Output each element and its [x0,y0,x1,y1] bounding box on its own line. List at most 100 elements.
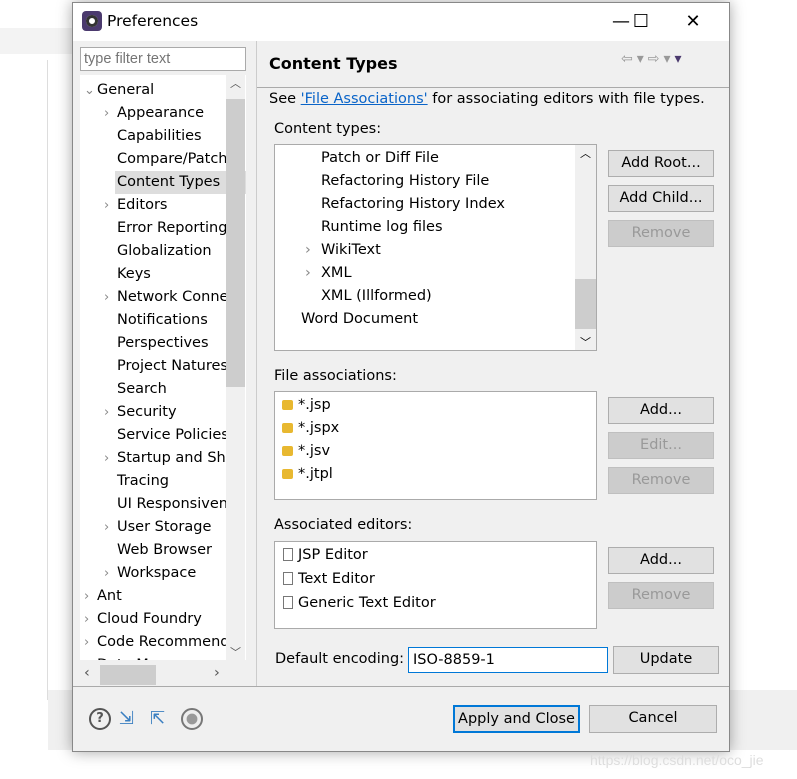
tree-item[interactable]: Compare/Patch [80,148,228,171]
content-type-item[interactable]: XML (Illformed) [321,285,432,308]
chevron-right-icon[interactable]: › [104,401,116,424]
tree-item[interactable]: › Appearance [80,102,228,125]
content-type-item[interactable]: Refactoring History File [321,170,489,193]
tree-item[interactable]: › Security [80,401,228,424]
chevron-down-icon[interactable]: ⌄ [84,79,96,102]
tree-item[interactable]: Project Natures [80,355,228,378]
tree-item[interactable]: ›Startup and Shutdown [80,447,228,470]
help-icon[interactable]: ? [89,708,111,730]
tree-item-label: User Storage [117,519,212,535]
tree-scroll-thumb[interactable] [226,99,245,387]
file-association-item[interactable]: *.jtpl [282,463,333,486]
tree-item[interactable]: Web Browser [80,539,228,562]
chevron-right-icon[interactable]: › [84,631,96,654]
add-editor-button[interactable]: Add... [608,547,714,574]
export-icon[interactable]: ⇱ [150,708,172,730]
tree-item-label: Globalization [117,243,212,259]
content-types-scrollbar[interactable]: ︿ ﹀ [575,145,596,350]
tree-item[interactable]: Capabilities [80,125,228,148]
tree-item[interactable]: › Cloud Foundry [80,608,228,631]
content-types-tree[interactable]: Patch or Diff File Refactoring History Fi… [274,144,597,351]
scroll-up-icon[interactable]: ︿ [575,145,596,161]
file-association-item[interactable]: *.jspx [282,417,339,440]
chevron-right-icon[interactable]: › [84,654,96,660]
content-type-item[interactable]: Runtime log files [321,216,443,239]
tree-item[interactable]: ⌄ General [80,79,228,102]
tree-item[interactable]: › Workspace [80,562,228,585]
record-icon[interactable] [181,708,203,730]
tree-item[interactable]: Search [80,378,228,401]
edit-association-button[interactable]: Edit... [608,432,714,459]
content-type-item[interactable]: › WikiText [305,239,381,262]
chevron-right-icon[interactable]: › [305,262,311,285]
chevron-right-icon[interactable]: › [305,239,311,262]
editor-item[interactable]: Text Editor [283,568,375,591]
import-icon[interactable]: ⇲ [119,708,141,730]
add-root-button[interactable]: Add Root... [608,150,714,177]
filter-input[interactable] [80,47,246,71]
title-bar: Preferences — ☐ ✕ [73,3,729,41]
scroll-down-icon[interactable]: ﹀ [575,334,596,350]
content-type-label: Patch or Diff File [321,150,439,166]
content-type-label: XML [321,265,352,281]
chevron-right-icon[interactable]: › [104,516,116,539]
tree-item[interactable]: UI Responsiveness [80,493,228,516]
remove-editor-button[interactable]: Remove [608,582,714,609]
tree-item[interactable]: › User Storage [80,516,228,539]
default-encoding-input[interactable]: ISO-8859-1 [408,647,608,673]
nav-back-forward-icons[interactable]: ⇦▾⇨▾▾ [621,51,686,67]
dialog-title: Preferences [107,12,199,30]
scroll-right-icon[interactable]: › [214,665,220,681]
tree-item[interactable]: Tracing [80,470,228,493]
chevron-right-icon[interactable]: › [104,102,116,125]
pane-divider[interactable] [256,41,257,687]
add-association-button[interactable]: Add... [608,397,714,424]
tree-item[interactable]: ›Code Recommenders [80,631,228,654]
chevron-right-icon[interactable]: › [104,447,116,470]
tree-item[interactable]: › Ant [80,585,228,608]
chevron-right-icon[interactable]: › [84,608,96,631]
tree-item[interactable]: Error Reporting [80,217,228,240]
cancel-button[interactable]: Cancel [589,705,717,733]
remove-content-type-button[interactable]: Remove [608,220,714,247]
tree-item[interactable]: Perspectives [80,332,228,355]
add-child-button[interactable]: Add Child... [608,185,714,212]
editor-item[interactable]: Generic Text Editor [283,592,436,615]
ide-side-panel [0,60,48,700]
content-type-item[interactable]: Refactoring History Index [321,193,505,216]
chevron-right-icon[interactable]: › [84,585,96,608]
tree-item[interactable]: Notifications [80,309,228,332]
preference-tree[interactable]: ⌄ General › Appearance Capabilities Compare/P… [80,75,246,660]
tree-item[interactable]: Keys [80,263,228,286]
scroll-thumb[interactable] [575,279,596,329]
tree-item-label: Editors [117,197,168,213]
tree-hscroll-thumb[interactable] [100,665,156,685]
content-type-item[interactable]: Word Document [301,308,418,331]
remove-association-button[interactable]: Remove [608,467,714,494]
chevron-right-icon[interactable]: › [104,286,116,309]
tree-item[interactable]: ›Network Connections [80,286,228,309]
tree-item[interactable]: Service Policies [80,424,228,447]
tree-item[interactable]: ›Data Management [80,654,228,660]
file-association-item[interactable]: *.jsp [282,394,331,417]
scroll-up-icon[interactable]: ︿ [226,75,245,91]
update-button[interactable]: Update [613,646,719,674]
chevron-right-icon[interactable]: › [104,194,116,217]
scroll-down-icon[interactable]: ﹀ [226,644,245,660]
tree-item[interactable]: Globalization [80,240,228,263]
editor-item[interactable]: JSP Editor [283,544,368,567]
apply-and-close-button[interactable]: Apply and Close [453,705,580,733]
file-associations-link[interactable]: 'File Associations' [301,91,428,107]
maximize-button[interactable]: ☐ [621,9,661,35]
scroll-left-icon[interactable]: ‹ [84,665,90,681]
close-button[interactable]: ✕ [673,9,713,35]
tree-item[interactable]: › Editors [80,194,228,217]
file-associations-list[interactable]: *.jsp *.jspx *.jsv *.jtpl [274,391,597,500]
chevron-right-icon[interactable]: › [104,562,116,585]
content-type-item[interactable]: Patch or Diff File [321,147,439,170]
associated-editors-list[interactable]: JSP Editor Text Editor Generic Text Editor [274,541,597,629]
content-type-item[interactable]: › XML [305,262,352,285]
tree-item-label: UI Responsiveness [117,496,228,512]
file-association-item[interactable]: *.jsv [282,440,330,463]
tree-item-label: Keys [117,266,151,282]
